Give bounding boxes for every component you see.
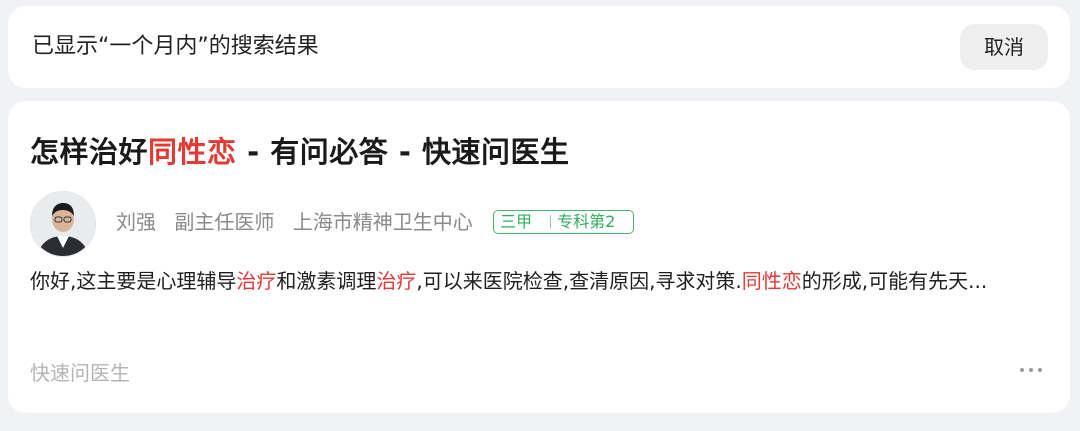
snippet-highlight-2: 治疗: [376, 269, 417, 293]
result-snippet[interactable]: 你好,这主要是心理辅导治疗和激素调理治疗,可以来医院检查,查清原因,寻求对策.同…: [30, 265, 1050, 298]
doctor-title: 副主任医师: [174, 210, 275, 234]
title-suffix: - 有问必答 - 快速问医生: [236, 135, 570, 169]
dot: [1020, 368, 1024, 372]
author-row[interactable]: 刘强 副主任医师 上海市精神卫生中心 三甲 专科第2: [30, 191, 1050, 257]
badge-rank: 专科第2: [557, 211, 616, 231]
more-dots-icon[interactable]: [1020, 365, 1044, 375]
search-filter-bar: 已显示“一个月内”的搜索结果 取消: [8, 6, 1070, 88]
snippet-highlight-3: 同性恋: [741, 269, 802, 293]
title-prefix: 怎样治好: [30, 135, 149, 169]
hospital-name: 上海市精神卫生中心: [292, 210, 473, 234]
badge-level: 三甲: [500, 211, 533, 231]
snippet-part-4: 的形成,可能有先天...: [801, 269, 988, 293]
avatar[interactable]: [30, 191, 96, 257]
snippet-part-1: 你好,这主要是心理辅导: [30, 269, 237, 293]
snippet-part-2: 和激素调理: [276, 269, 377, 293]
result-title[interactable]: 怎样治好同性恋 - 有问必答 - 快速问医生: [30, 129, 570, 171]
cancel-button[interactable]: 取消: [960, 24, 1048, 70]
filter-status-text: 已显示“一个月内”的搜索结果: [32, 34, 319, 59]
snippet-part-3: ,可以来医院检查,查清原因,寻求对策.: [416, 269, 742, 293]
author-meta: 刘强 副主任医师 上海市精神卫生中心 三甲 专科第2: [116, 205, 635, 239]
result-source: 快速问医生: [30, 361, 130, 385]
dot: [1029, 368, 1033, 372]
doctor-name: 刘强: [116, 210, 156, 234]
badge-divider: [550, 214, 552, 228]
doctor-avatar-image: [31, 192, 95, 256]
hospital-rank-badge: 三甲 专科第2: [493, 209, 635, 234]
title-highlight: 同性恋: [148, 135, 237, 169]
search-result-card[interactable]: 怎样治好同性恋 - 有问必答 - 快速问医生 刘强 副主任医师 上海市精神卫生中…: [8, 101, 1070, 413]
snippet-highlight-1: 治疗: [236, 269, 277, 293]
dot: [1038, 368, 1042, 372]
